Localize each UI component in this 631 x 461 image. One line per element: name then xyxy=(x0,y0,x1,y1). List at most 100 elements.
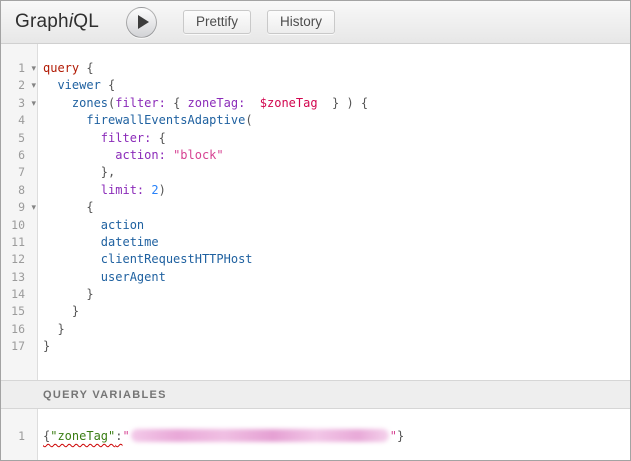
gutter-cell: 17 xyxy=(1,338,38,355)
token-plain xyxy=(43,148,115,162)
gutter-cell: 4 xyxy=(1,112,38,129)
code-text: } xyxy=(38,338,50,355)
execute-query-button[interactable] xyxy=(126,7,157,38)
code-line: 11 datetime xyxy=(1,234,630,251)
token-plain xyxy=(43,113,86,127)
code-line: 8 limit: 2) xyxy=(1,182,630,199)
token-plain xyxy=(43,183,101,197)
token-punctuation: } xyxy=(86,287,93,301)
app-title-graph: Graph xyxy=(15,11,69,32)
fold-arrow-icon[interactable]: ▾ xyxy=(31,78,36,95)
gutter-cell: 7 xyxy=(1,164,38,181)
prettify-button[interactable]: Prettify xyxy=(183,10,251,34)
code-line: 2▾ viewer { xyxy=(1,77,630,94)
app-title: GraphiQL xyxy=(15,11,99,33)
token-punctuation: } xyxy=(397,429,404,443)
token-number: 2 xyxy=(151,183,158,197)
code-line: 14 } xyxy=(1,286,630,303)
graphiql-window: GraphiQL Prettify History 1▾query {2▾ vi… xyxy=(0,0,631,461)
token-property: datetime xyxy=(101,235,159,249)
gutter-cell: 10 xyxy=(1,217,38,234)
token-plain xyxy=(245,96,259,110)
token-punctuation: } ) { xyxy=(332,96,368,110)
token-punctuation: { xyxy=(79,61,93,75)
gutter-cell: 2▾ xyxy=(1,77,38,94)
token-plain xyxy=(43,131,101,145)
token-plain xyxy=(43,96,72,110)
gutter-cell: 6 xyxy=(1,147,38,164)
gutter-cell: 14 xyxy=(1,286,38,303)
query-editor[interactable]: 1▾query {2▾ viewer {3▾ zones(filter: { z… xyxy=(1,44,630,380)
line-number: 10 xyxy=(1,217,25,234)
token-property: userAgent xyxy=(101,270,166,284)
token-punctuation: } xyxy=(72,304,79,318)
token-property: action xyxy=(101,218,144,232)
token-punctuation: { xyxy=(86,200,93,214)
code-line: 9▾ { xyxy=(1,199,630,216)
token-plain xyxy=(43,252,101,266)
code-line: 1▾query { xyxy=(1,60,630,77)
line-number: 8 xyxy=(1,182,25,199)
fold-arrow-icon[interactable]: ▾ xyxy=(31,96,36,113)
fold-arrow-icon[interactable]: ▾ xyxy=(31,61,36,78)
token-plain xyxy=(43,287,86,301)
code-text: limit: 2) xyxy=(38,182,166,199)
gutter-cell: 11 xyxy=(1,234,38,251)
code-text: } xyxy=(38,321,65,338)
token-attribute: action: xyxy=(115,148,166,162)
history-button[interactable]: History xyxy=(267,10,335,34)
line-number: 14 xyxy=(1,286,25,303)
variables-editor[interactable]: 1{"zoneTag":""} xyxy=(1,409,630,460)
fold-arrow-icon[interactable]: ▾ xyxy=(31,200,36,217)
line-number: 5 xyxy=(1,130,25,147)
gutter-cell: 13 xyxy=(1,269,38,286)
gutter-cell: 1 xyxy=(1,428,38,445)
token-punctuation: } xyxy=(57,322,64,336)
line-number: 4 xyxy=(1,112,25,129)
code-line: 3▾ zones(filter: { zoneTag: $zoneTag } )… xyxy=(1,95,630,112)
token-punctuation: ) xyxy=(159,183,166,197)
token-string: "block" xyxy=(173,148,224,162)
code-line: 4 firewallEventsAdaptive( xyxy=(1,112,630,129)
code-line: 17} xyxy=(1,338,630,355)
gutter-cell: 9▾ xyxy=(1,199,38,216)
code-text: viewer { xyxy=(38,77,115,94)
code-text: query { xyxy=(38,60,94,77)
token-plain xyxy=(43,235,101,249)
line-number: 11 xyxy=(1,234,25,251)
token-punctuation: : xyxy=(115,429,122,443)
token-plain xyxy=(318,96,332,110)
code-text: firewallEventsAdaptive( xyxy=(38,112,253,129)
token-property: viewer xyxy=(57,78,100,92)
gutter-cell: 5 xyxy=(1,130,38,147)
token-string: " xyxy=(390,429,397,443)
code-line: 16 } xyxy=(1,321,630,338)
code-line: 5 filter: { xyxy=(1,130,630,147)
token-plain xyxy=(43,304,72,318)
code-text: datetime xyxy=(38,234,159,251)
token-string: " xyxy=(123,429,130,443)
token-punctuation: { xyxy=(151,131,165,145)
line-number: 16 xyxy=(1,321,25,338)
line-number: 1 xyxy=(1,428,25,445)
token-property: firewallEventsAdaptive xyxy=(86,113,245,127)
token-plain xyxy=(43,165,101,179)
app-title-ql: QL xyxy=(73,11,99,32)
token-property: zones xyxy=(72,96,108,110)
gutter-cell: 12 xyxy=(1,251,38,268)
token-attribute: zoneTag: xyxy=(188,96,246,110)
gutter-cell: 8 xyxy=(1,182,38,199)
gutter-cell: 16 xyxy=(1,321,38,338)
play-icon xyxy=(138,15,149,29)
query-variables-header[interactable]: QUERY VARIABLES xyxy=(1,380,630,409)
gutter-cell: 3▾ xyxy=(1,95,38,112)
line-number: 17 xyxy=(1,338,25,355)
token-plain xyxy=(43,270,101,284)
token-punctuation: } xyxy=(43,339,50,353)
code-text: {"zoneTag":""} xyxy=(38,428,404,445)
token-keyword: query xyxy=(43,61,79,75)
line-number: 2 xyxy=(1,77,25,94)
token-json_key: "zoneTag" xyxy=(50,429,115,443)
token-punctuation: { xyxy=(101,78,115,92)
token-plain xyxy=(166,148,173,162)
